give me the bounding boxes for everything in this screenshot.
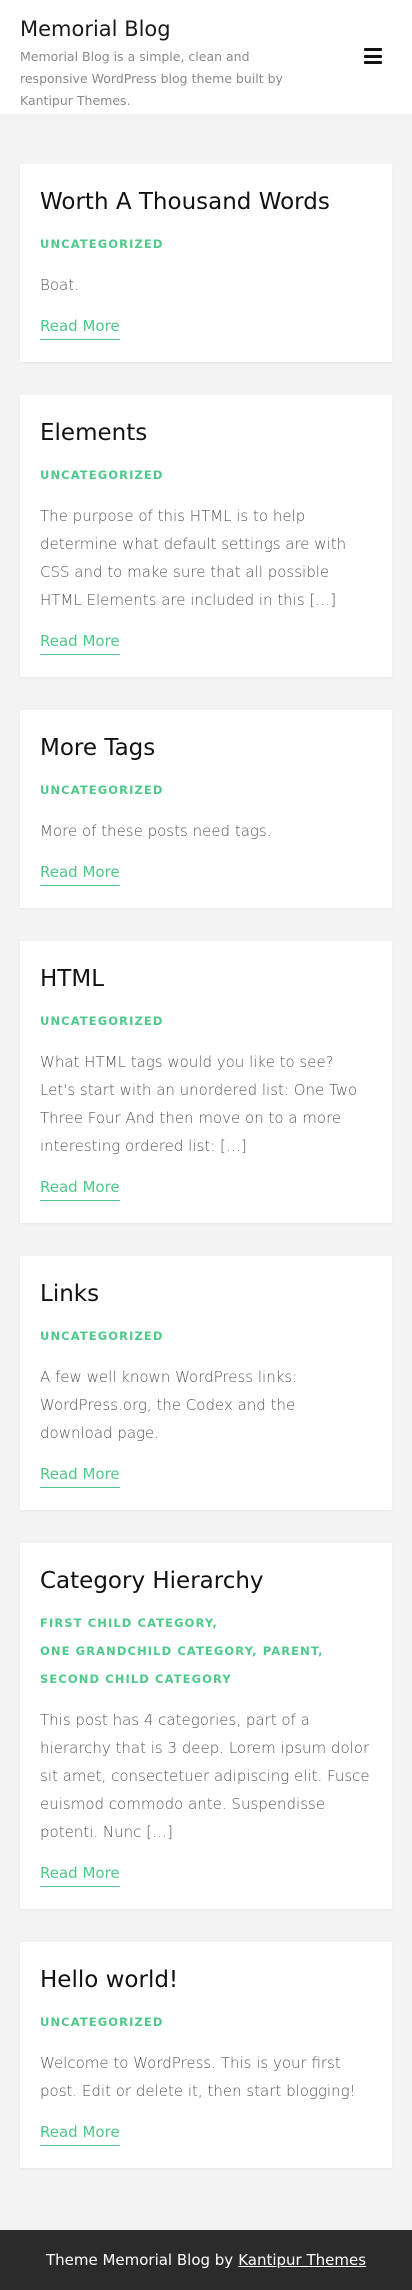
post-categories: UNCATEGORIZED: [40, 1322, 372, 1350]
category-link[interactable]: UNCATEGORIZED: [40, 783, 164, 797]
post-card: Links UNCATEGORIZED A few well known Wor…: [20, 1256, 392, 1510]
post-title[interactable]: Links: [40, 1276, 372, 1312]
post-categories: UNCATEGORIZED: [40, 776, 372, 804]
post-card: Hello world! UNCATEGORIZED Welcome to Wo…: [20, 1942, 392, 2168]
post-categories: UNCATEGORIZED: [40, 1007, 372, 1035]
post-card: Worth A Thousand Words UNCATEGORIZED Boa…: [20, 164, 392, 362]
post-title[interactable]: More Tags: [40, 730, 372, 766]
post-title[interactable]: Hello world!: [40, 1962, 372, 1998]
read-more-link[interactable]: Read More: [40, 1463, 120, 1488]
post-title[interactable]: Category Hierarchy: [40, 1563, 372, 1599]
post-card: Elements UNCATEGORIZED The purpose of th…: [20, 395, 392, 677]
post-excerpt: This post has 4 categories, part of a hi…: [40, 1711, 370, 1841]
category-link[interactable]: SECOND CHILD CATEGORY: [40, 1672, 232, 1686]
menu-bar: [364, 48, 382, 51]
post-categories: UNCATEGORIZED: [40, 230, 372, 258]
post-list: Worth A Thousand Words UNCATEGORIZED Boa…: [0, 114, 412, 2168]
read-more-link[interactable]: Read More: [40, 861, 120, 886]
post-excerpt: What HTML tags would you like to see? Le…: [40, 1053, 358, 1155]
post-excerpt: More of these posts need tags.: [40, 822, 272, 840]
category-link[interactable]: UNCATEGORIZED: [40, 468, 164, 482]
read-more-link[interactable]: Read More: [40, 630, 120, 655]
footer-credit: Theme Memorial Blog by: [45, 2251, 234, 2269]
site-header: Memorial Blog Memorial Blog is a simple,…: [0, 0, 412, 114]
read-more-link[interactable]: Read More: [40, 2121, 120, 2146]
read-more-link[interactable]: Read More: [40, 1862, 120, 1887]
post-excerpt: Welcome to WordPress. This is your first…: [40, 2054, 356, 2100]
read-more-link[interactable]: Read More: [40, 315, 120, 340]
post-excerpt: Boat.: [40, 276, 79, 294]
category-link[interactable]: FIRST CHILD CATEGORY,: [40, 1616, 218, 1630]
category-link[interactable]: UNCATEGORIZED: [40, 2015, 164, 2029]
post-categories: UNCATEGORIZED: [40, 2008, 372, 2036]
category-link[interactable]: UNCATEGORIZED: [40, 237, 164, 251]
footer-theme-link[interactable]: Kantipur Themes: [238, 2251, 366, 2269]
post-categories: FIRST CHILD CATEGORY, ONE GRANDCHILD CAT…: [40, 1609, 372, 1693]
post-card: More Tags UNCATEGORIZED More of these po…: [20, 710, 392, 908]
post-excerpt: The purpose of this HTML is to help dete…: [40, 507, 347, 609]
hamburger-menu-icon[interactable]: [364, 48, 382, 64]
category-link[interactable]: PARENT,: [263, 1644, 324, 1658]
menu-bar: [364, 61, 382, 64]
read-more-link[interactable]: Read More: [40, 1176, 120, 1201]
menu-bar: [364, 54, 382, 58]
post-categories: UNCATEGORIZED: [40, 461, 372, 489]
post-card: Category Hierarchy FIRST CHILD CATEGORY,…: [20, 1543, 392, 1909]
post-title[interactable]: HTML: [40, 961, 372, 997]
category-link[interactable]: UNCATEGORIZED: [40, 1014, 164, 1028]
category-link[interactable]: UNCATEGORIZED: [40, 1329, 164, 1343]
site-title[interactable]: Memorial Blog: [20, 14, 392, 44]
post-title[interactable]: Worth A Thousand Words: [40, 184, 372, 220]
site-footer: Theme Memorial Blog by Kantipur Themes: [0, 2230, 412, 2290]
site-description: Memorial Blog is a simple, clean and res…: [20, 49, 283, 108]
category-link[interactable]: ONE GRANDCHILD CATEGORY,: [40, 1644, 258, 1658]
post-excerpt: A few well known WordPress links: WordPr…: [40, 1368, 298, 1442]
post-title[interactable]: Elements: [40, 415, 372, 451]
post-card: HTML UNCATEGORIZED What HTML tags would …: [20, 941, 392, 1223]
